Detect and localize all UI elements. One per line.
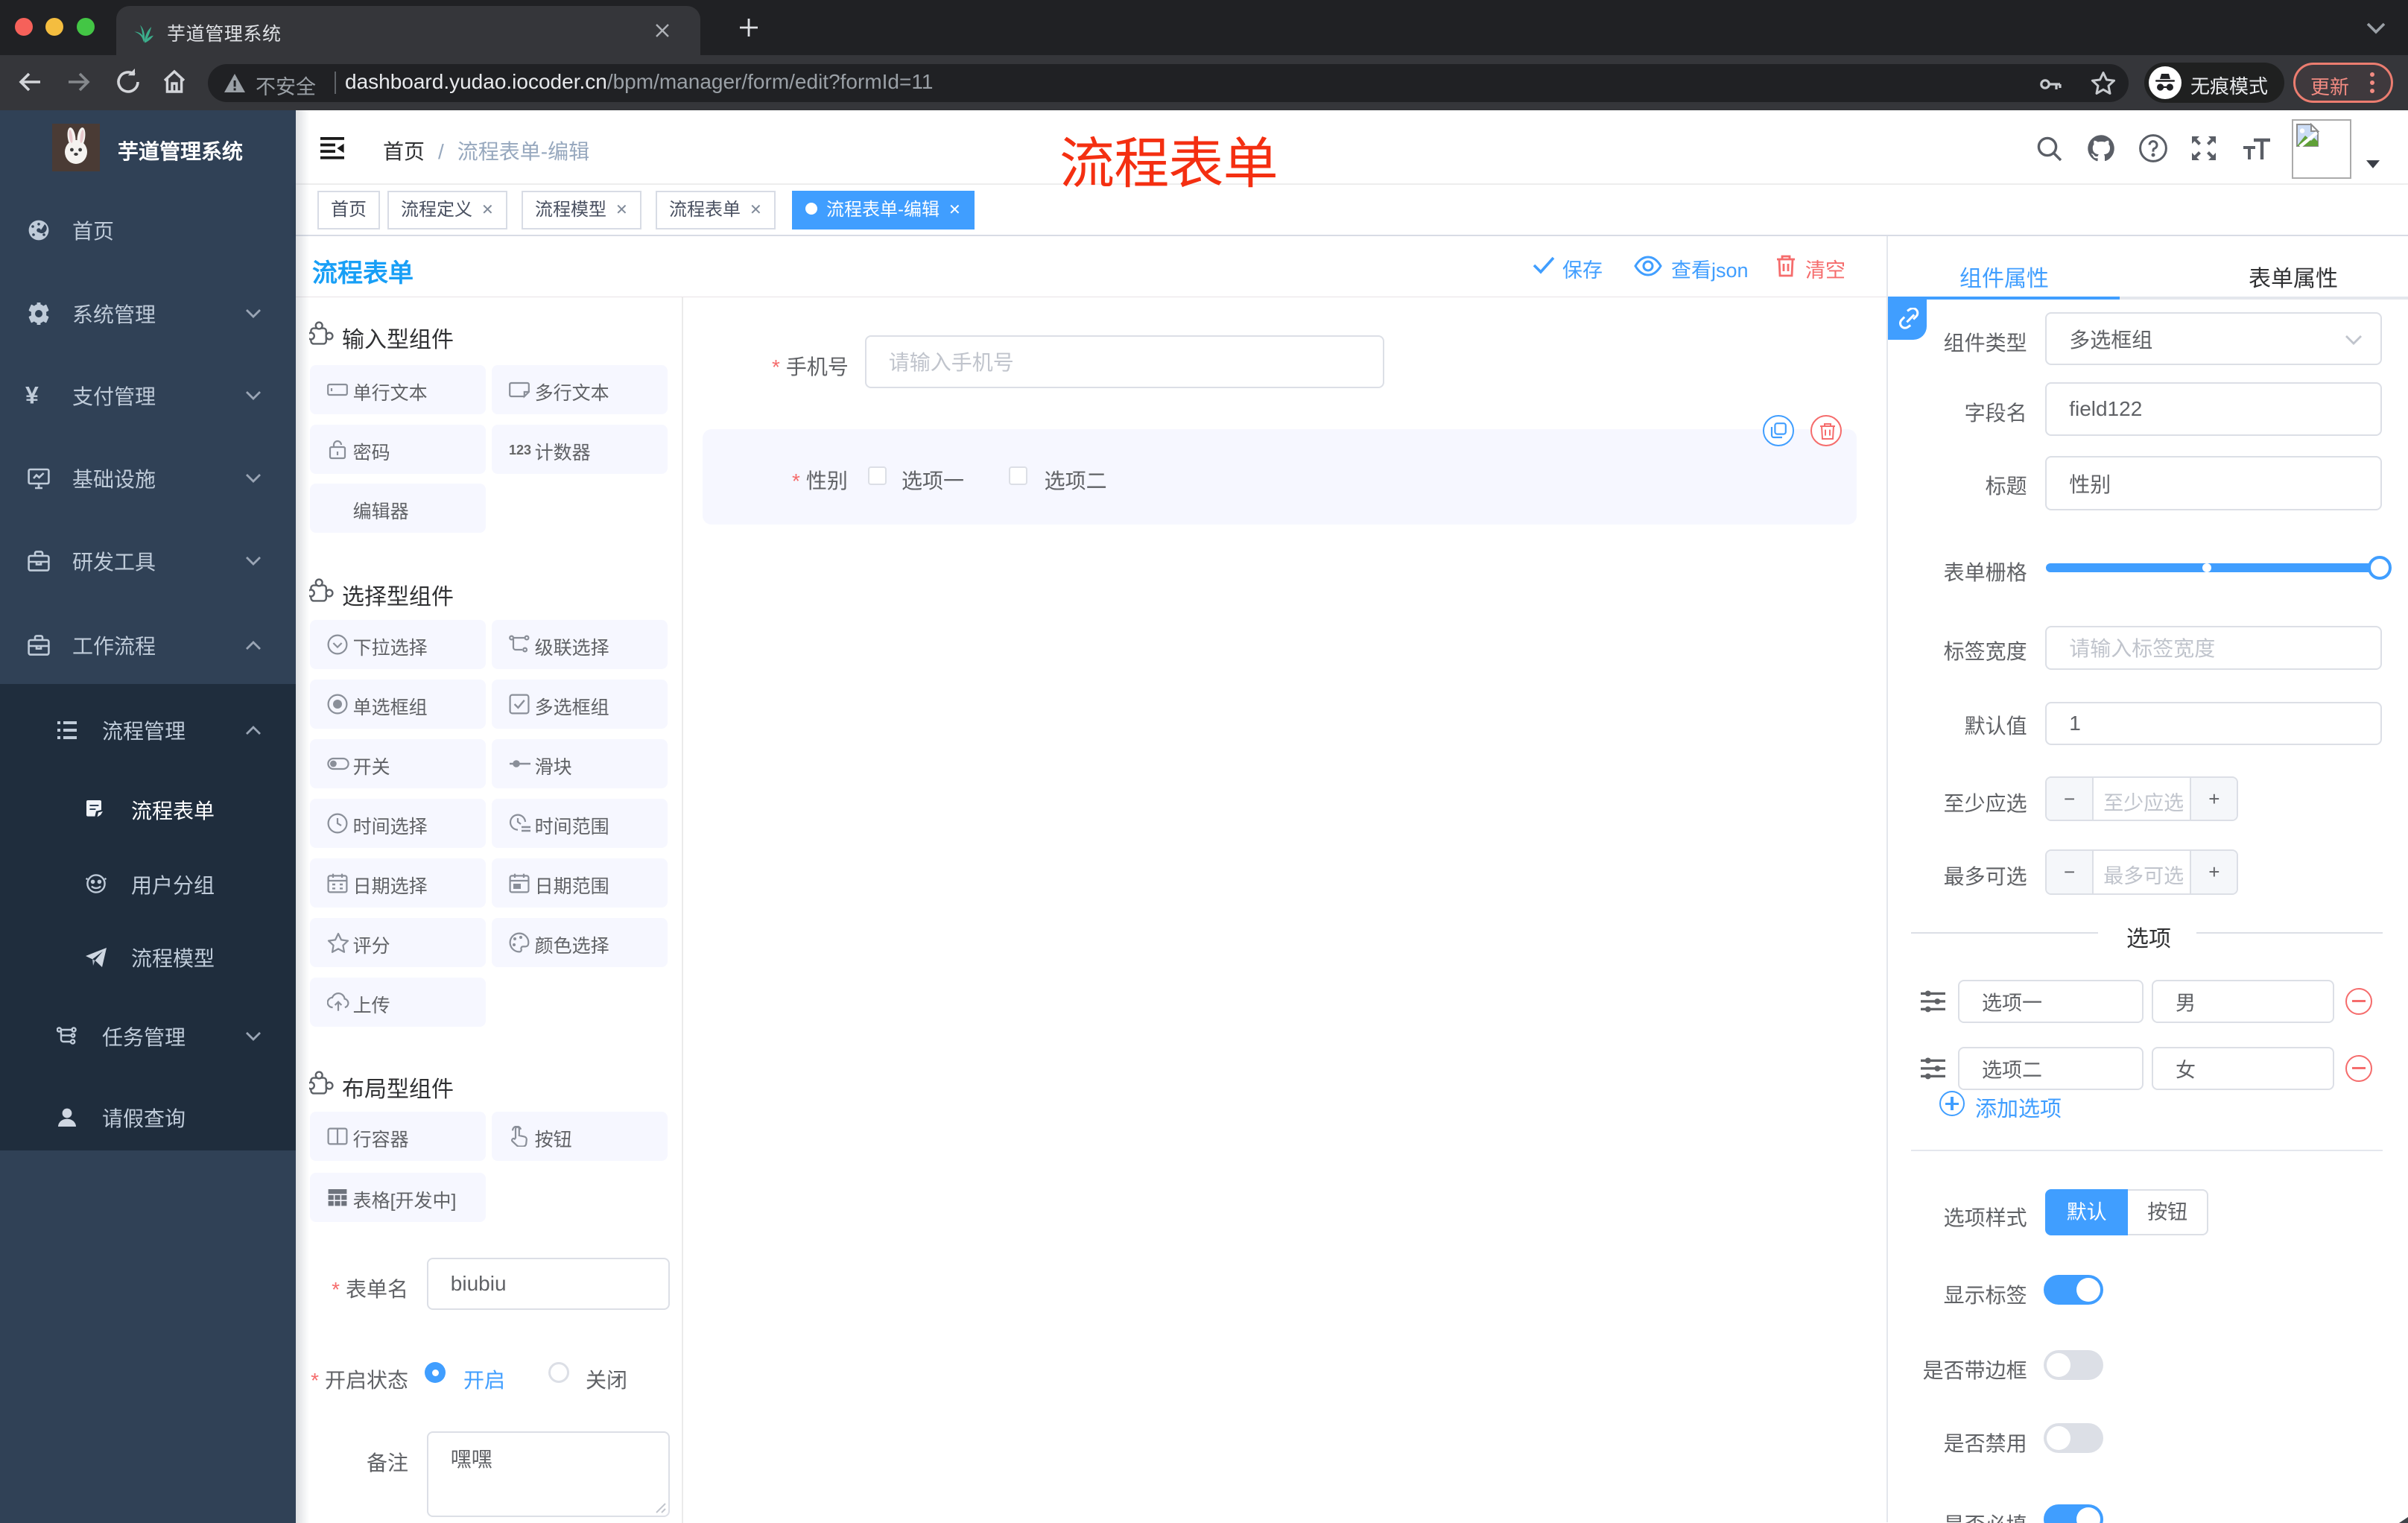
svg-text:123: 123 [509, 443, 531, 457]
